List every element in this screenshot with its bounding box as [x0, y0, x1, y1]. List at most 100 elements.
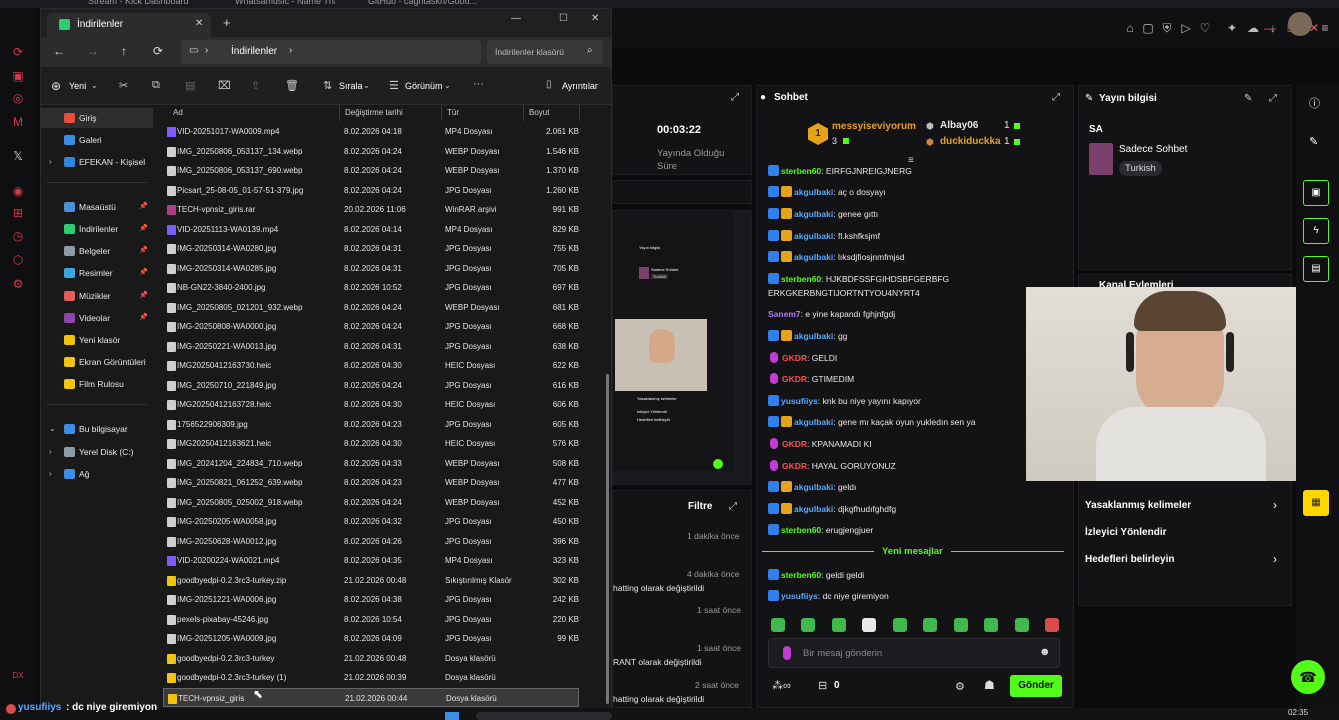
- column-separator[interactable]: [441, 105, 442, 121]
- play-icon[interactable]: ▷: [1178, 20, 1194, 36]
- file-row[interactable]: goodbyedpi-0.2.3rc3-turkey.zip 21.02.2026…: [163, 571, 579, 591]
- browser-tab-github[interactable]: GitHub - cagritaskn/Good...: [368, 0, 478, 8]
- file-row[interactable]: IMG-20250221-WA0013.jpg 8.02.2026 04:31 JP…: [163, 337, 579, 357]
- close-button[interactable]: ✕: [591, 13, 599, 24]
- file-row[interactable]: IMG-20250808-WA0000.jpg 8.02.2026 04:24 JP…: [163, 317, 579, 337]
- chat-username[interactable]: sterben60: [781, 570, 821, 580]
- up-arrow-icon[interactable]: ↑: [121, 44, 127, 58]
- file-row[interactable]: TECH-vpnsiz_giris 21.02.2026 00:44 Dosya k…: [163, 687, 579, 707]
- file-row[interactable]: NB-GN22-3840-2400.jpg 8.02.2026 10:52 JPG …: [163, 278, 579, 298]
- chat-username[interactable]: GKDR: [782, 461, 807, 471]
- file-row[interactable]: IMG_20250821_061252_639.webp 8.02.2026 04…: [163, 473, 579, 493]
- file-row[interactable]: IMG_20250805_021201_932.webp 8.02.2026 04…: [163, 298, 579, 318]
- sidebar-item[interactable]: ⌄ Bu bilgisayar: [41, 419, 153, 439]
- extensions-icon[interactable]: ✦: [1224, 20, 1240, 36]
- sidebar-item[interactable]: Ekran Görüntüleri: [41, 352, 153, 372]
- chat-settings-icon[interactable]: ⁂∞: [772, 679, 791, 692]
- details-button[interactable]: Ayrıntılar: [562, 81, 598, 91]
- clip-icon[interactable]: ▣: [1303, 180, 1329, 206]
- chat-username[interactable]: yusufiiys: [781, 591, 818, 601]
- refresh-icon[interactable]: ⟳: [153, 44, 163, 58]
- goals-action[interactable]: Hedefleri belirleyin: [1085, 554, 1174, 565]
- chevron-right-icon[interactable]: ›: [49, 442, 52, 462]
- heart-icon[interactable]: ♡: [1197, 20, 1213, 36]
- instagram-icon[interactable]: ◎: [10, 90, 26, 106]
- chat-username[interactable]: sterben60: [781, 274, 821, 284]
- expand-icon[interactable]: ⤢: [731, 92, 739, 103]
- emote-icon[interactable]: [1045, 618, 1059, 632]
- chat-username[interactable]: akgulbaki: [794, 504, 833, 514]
- file-row[interactable]: IMG_20250806_053137_134.webp 8.02.2026 04…: [163, 142, 579, 162]
- emote-icon[interactable]: [984, 618, 998, 632]
- file-row[interactable]: IMG-20251221-WA0006.jpg 8.02.2026 04:38 JP…: [163, 590, 579, 610]
- cut-icon[interactable]: ✂: [119, 79, 128, 92]
- file-row[interactable]: IMG_20250710_221849.jpg 8.02.2026 04:24 JP…: [163, 376, 579, 396]
- refresh-icon[interactable]: ⟳: [10, 44, 26, 60]
- edit-pencil-icon[interactable]: ✎: [1244, 93, 1252, 104]
- vertical-scrollbar[interactable]: [606, 374, 609, 704]
- view-button[interactable]: Görünüm: [405, 81, 443, 91]
- edit-icon[interactable]: ✎: [1309, 135, 1318, 148]
- profile-avatar[interactable]: [1288, 12, 1312, 36]
- screenshot-icon[interactable]: ▢: [1140, 20, 1156, 36]
- sidebar-item[interactable]: Belgeler 📌: [41, 241, 153, 261]
- file-row[interactable]: IMG-20251205-WA0009.jpg 8.02.2026 04:09 JP…: [163, 629, 579, 649]
- settings-gear-icon[interactable]: ⚙: [955, 680, 965, 693]
- file-row[interactable]: IMG_20250805_025002_918.webp 8.02.2026 04…: [163, 493, 579, 513]
- column-type-header[interactable]: Tür: [447, 105, 459, 121]
- address-bar[interactable]: ▭ › İndirilenler ›: [181, 40, 481, 64]
- chat-username[interactable]: yusufiiys: [781, 396, 818, 406]
- top-gifter-second[interactable]: Albay06: [940, 120, 978, 131]
- sidebar-item[interactable]: Masaüstü 📌: [41, 197, 153, 217]
- taskbar-search[interactable]: [476, 712, 612, 720]
- top-gifter-first[interactable]: messyiseviyorum: [832, 121, 916, 132]
- bookmark-icon[interactable]: ⌂: [1122, 20, 1138, 36]
- file-row[interactable]: goodbyedpi-0.2.3rc3-turkey (1) 21.02.2026…: [163, 668, 579, 688]
- chevron-down-icon[interactable]: ⌄: [49, 419, 56, 439]
- column-separator[interactable]: [579, 105, 580, 121]
- column-size-header[interactable]: Boyut: [529, 105, 549, 121]
- support-chat-icon[interactable]: ☎: [1291, 660, 1325, 694]
- share-icon[interactable]: ⇪: [251, 79, 260, 92]
- new-plus-icon[interactable]: ⊕: [51, 79, 61, 93]
- sidebar-item[interactable]: › Yerel Disk (C:): [41, 442, 153, 462]
- column-separator[interactable]: [339, 105, 340, 121]
- lightning-icon[interactable]: ϟ: [1303, 218, 1329, 244]
- browser-tab-whatsamusic[interactable]: Whatsamusic - Name Tha...: [235, 0, 335, 8]
- sidebar-item[interactable]: › Ağ: [41, 464, 153, 484]
- emote-icon[interactable]: [862, 618, 876, 632]
- chevron-right-icon[interactable]: ›: [49, 152, 52, 172]
- sidebar-item[interactable]: Resimler 📌: [41, 263, 153, 283]
- sidebar-item[interactable]: Yeni klasör: [41, 330, 153, 350]
- notes-icon[interactable]: ▤: [1303, 256, 1329, 282]
- chat-username[interactable]: sterben60: [781, 166, 821, 176]
- shield-icon[interactable]: ⛨: [1159, 20, 1175, 36]
- chat-username[interactable]: sterben60: [781, 525, 821, 535]
- explorer-tab[interactable]: İndirilenler ✕: [47, 13, 211, 37]
- file-row[interactable]: goodbyedpi-0.2.3rc3-turkey 21.02.2026 00:…: [163, 649, 579, 669]
- filter-label[interactable]: Filtre: [688, 501, 712, 512]
- sidebar-item[interactable]: Müzikler 📌: [41, 286, 153, 306]
- column-name-header[interactable]: Ad: [173, 105, 183, 121]
- file-row[interactable]: VID-20251113-WA0139.mp4 8.02.2026 04:14 MP…: [163, 220, 579, 240]
- dx-icon[interactable]: DX: [10, 668, 26, 684]
- windows-start-icon[interactable]: [445, 712, 459, 720]
- file-row[interactable]: Picsart_25-08-05_01-57-51-379.jpg 8.02.20…: [163, 181, 579, 201]
- emote-icon[interactable]: [801, 618, 815, 632]
- file-row[interactable]: IMG-20250314-WA0280.jpg 8.02.2026 04:31 JP…: [163, 239, 579, 259]
- new-button[interactable]: Yeni: [69, 81, 86, 91]
- forward-arrow-icon[interactable]: →: [87, 44, 99, 58]
- cloud-icon[interactable]: ☁: [1245, 20, 1261, 36]
- sidebar-item[interactable]: › EFEKAN - Kişisel: [41, 152, 153, 172]
- x-logo-icon[interactable]: 𝕏: [10, 148, 26, 164]
- chat-username[interactable]: akgulbaki: [794, 209, 833, 219]
- chat-username[interactable]: akgulbaki: [794, 252, 833, 262]
- emote-icon[interactable]: [893, 618, 907, 632]
- sidebar-item[interactable]: Giriş: [41, 108, 153, 128]
- more-options-button[interactable]: ···: [473, 78, 484, 90]
- file-row[interactable]: TECH-vpnsiz_giris.rar 20.02.2026 11:06 Win…: [163, 200, 579, 220]
- file-row[interactable]: VID-20200224-WA0021.mp4 8.02.2026 04:35 MP…: [163, 551, 579, 571]
- raid-action[interactable]: İzleyici Yönlendir: [1085, 527, 1167, 538]
- browser-tab-kick[interactable]: Stream - Kick Dashboard: [88, 0, 208, 8]
- emoji-picker-icon[interactable]: ☻: [1039, 646, 1051, 658]
